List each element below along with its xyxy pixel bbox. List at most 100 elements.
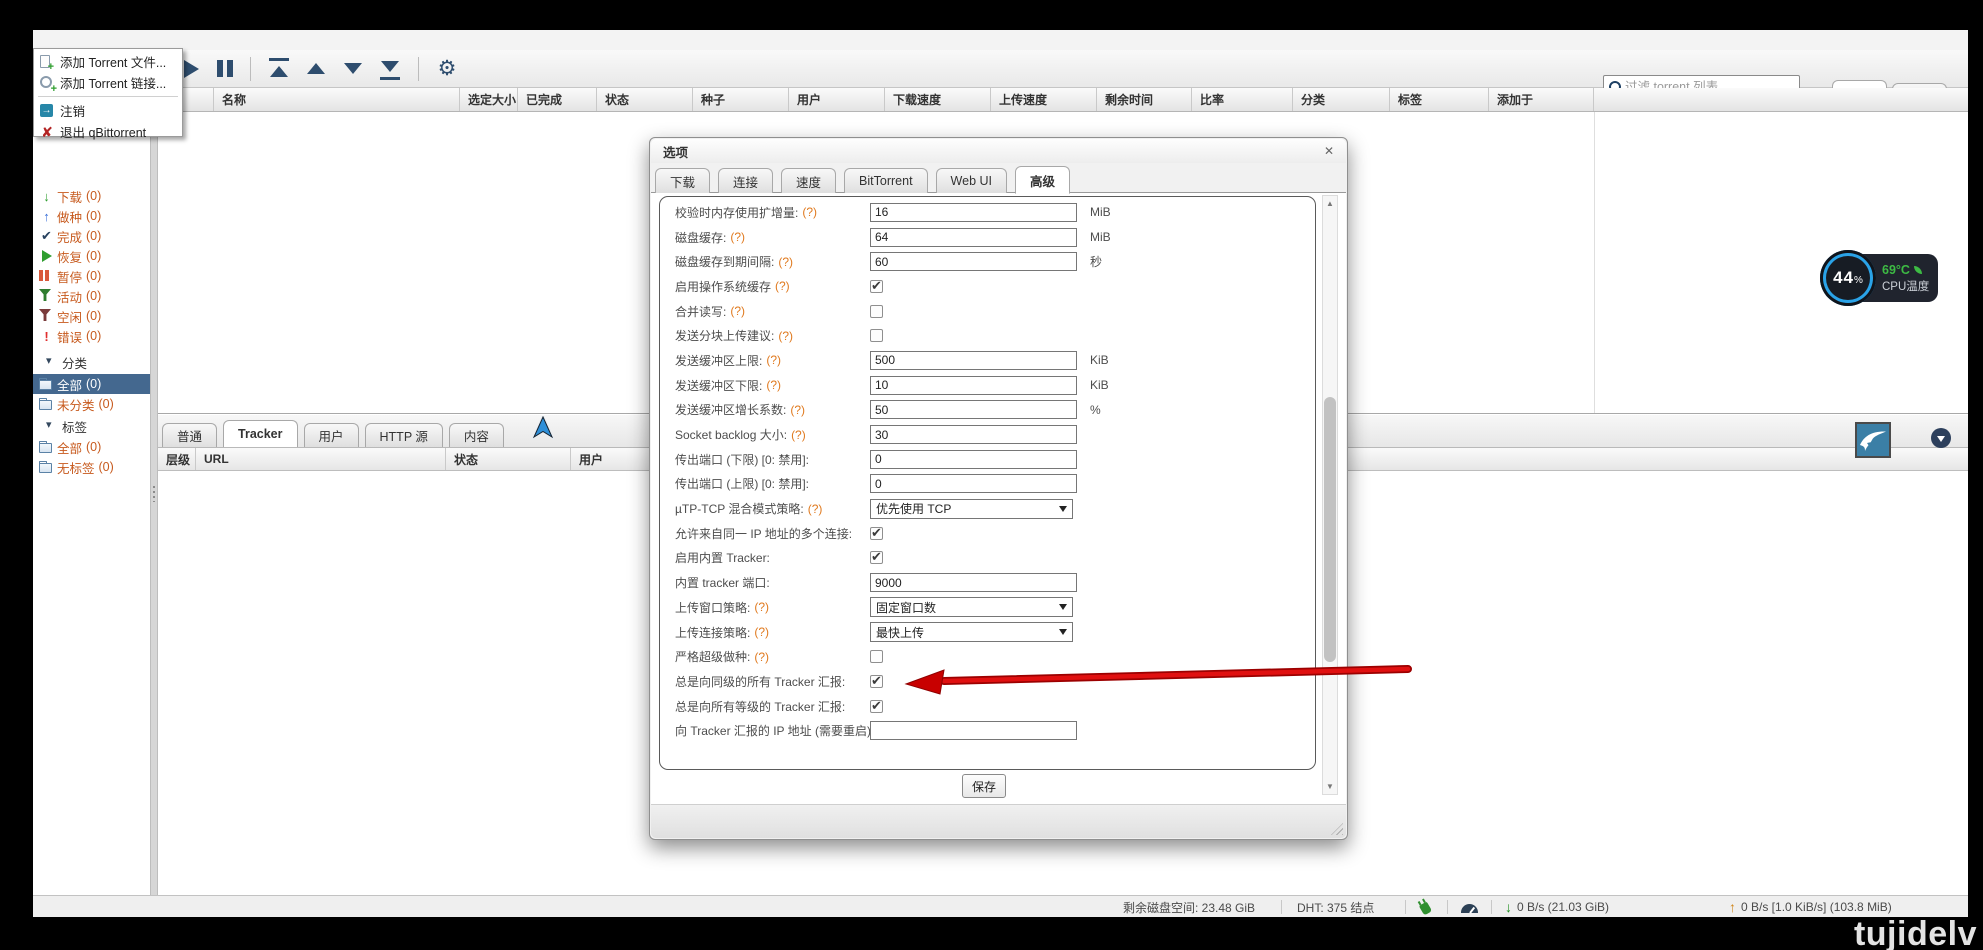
toolbar-button[interactable] <box>418 57 419 81</box>
torrent-column-header[interactable]: 用户 <box>789 88 885 111</box>
setting-checkbox[interactable] <box>870 329 883 342</box>
sidebar-filter-item[interactable]: 无标签 (0) <box>33 457 150 477</box>
sidebar-splitter[interactable] <box>150 88 158 895</box>
torrent-column-header[interactable]: 添加于 <box>1489 88 1594 111</box>
sidebar-filter-item[interactable]: 完成 (0) <box>33 226 150 246</box>
torrent-column-header[interactable]: 比率 <box>1192 88 1293 111</box>
torrent-column-header[interactable]: 种子 <box>693 88 789 111</box>
sidebar-filter-item[interactable]: 做种 (0) <box>33 206 150 226</box>
setting-checkbox[interactable] <box>870 700 883 713</box>
setting-input[interactable]: 16 <box>870 203 1077 222</box>
menubar-item[interactable] <box>61 38 79 42</box>
sidebar-filter-item[interactable]: 空闲 (0) <box>33 306 150 326</box>
setting-input[interactable]: 50 <box>870 400 1077 419</box>
save-button[interactable]: 保存 <box>962 774 1006 798</box>
setting-input[interactable]: 0 <box>870 474 1077 493</box>
torrent-column-header[interactable]: 分类 <box>1293 88 1390 111</box>
options-dialog-tab[interactable]: Web UI <box>936 168 1007 193</box>
sidebar-filter-item[interactable]: 全部 (0) <box>33 374 150 394</box>
setting-select[interactable]: 最快上传 <box>870 622 1073 642</box>
scroll-up-icon[interactable]: ▲ <box>1323 197 1337 210</box>
toolbar-button[interactable] <box>217 60 233 77</box>
setting-help-link[interactable]: (?) <box>778 329 793 343</box>
setting-help-link[interactable]: (?) <box>790 403 805 417</box>
setting-checkbox[interactable] <box>870 650 883 663</box>
setting-select[interactable]: 优先使用 TCP <box>870 499 1073 519</box>
swallow-icon[interactable] <box>1855 422 1891 458</box>
setting-input[interactable]: 0 <box>870 450 1077 469</box>
scroll-down-icon[interactable]: ▼ <box>1323 780 1337 793</box>
menubar-item[interactable] <box>105 38 123 42</box>
sidebar-filter-item[interactable]: 全部 (0) <box>33 437 150 457</box>
torrent-column-header[interactable]: 上传速度 <box>991 88 1097 111</box>
options-dialog-tab[interactable]: BitTorrent <box>844 168 928 193</box>
sidebar-filter-item[interactable]: 下载 (0) <box>33 186 150 206</box>
sidebar-filter-item[interactable]: 未分类 (0) <box>33 394 150 414</box>
setting-checkbox[interactable] <box>870 305 883 318</box>
setting-help-link[interactable]: (?) <box>778 255 793 269</box>
bottom-panel-tab[interactable]: 用户 <box>304 423 359 447</box>
setting-help-link[interactable]: (?) <box>754 625 769 639</box>
tags-header[interactable]: 标签 <box>33 416 150 436</box>
sidebar-filter-item[interactable]: 活动 (0) <box>33 286 150 306</box>
toolbar-button[interactable] <box>342 58 364 80</box>
categories-header[interactable]: 分类 <box>33 352 150 372</box>
dialog-scrollbar[interactable]: ▲ ▼ <box>1322 195 1338 795</box>
tracker-column-header[interactable]: URL <box>196 448 446 470</box>
torrent-column-header[interactable]: 剩余时间 <box>1097 88 1192 111</box>
close-icon[interactable]: ✕ <box>1324 144 1334 158</box>
bottom-panel-tab[interactable]: HTTP 源 <box>365 423 443 447</box>
chevron-down-icon[interactable] <box>1931 428 1951 448</box>
file-menu-item[interactable]: 添加 Torrent 链接... <box>34 72 182 93</box>
scrollbar-thumb[interactable] <box>1324 397 1336 662</box>
file-menu-item[interactable] <box>38 96 178 97</box>
connection-status-icon[interactable] <box>1421 896 1430 917</box>
sidebar-filter-item[interactable]: 恢复 (0) <box>33 246 150 266</box>
file-menu-item[interactable]: 注销 <box>34 100 182 121</box>
torrent-column-header[interactable]: 状态 <box>597 88 693 111</box>
setting-input[interactable] <box>870 721 1077 740</box>
speed-limits-gauge-icon[interactable] <box>1461 896 1478 917</box>
setting-input[interactable]: 500 <box>870 351 1077 370</box>
toolbar-button[interactable] <box>250 57 251 81</box>
toolbar-button[interactable] <box>268 58 290 80</box>
toolbar-button[interactable] <box>379 58 401 80</box>
tracker-column-header[interactable]: 状态 <box>446 448 571 470</box>
setting-input[interactable]: 60 <box>870 252 1077 271</box>
setting-help-link[interactable]: (?) <box>802 205 817 219</box>
setting-help-link[interactable]: (?) <box>791 428 806 442</box>
torrent-column-header[interactable]: 名称 <box>214 88 460 111</box>
menubar-item[interactable] <box>39 38 57 42</box>
options-dialog-tab[interactable]: 下载 <box>655 168 710 193</box>
options-dialog-titlebar[interactable]: 选项 ✕ <box>651 139 1346 163</box>
toolbar-button[interactable] <box>436 58 458 80</box>
torrent-column-header[interactable]: 标签 <box>1390 88 1489 111</box>
bottom-panel-tab[interactable]: 普通 <box>162 423 217 447</box>
bottom-panel-tab[interactable]: 内容 <box>449 423 504 447</box>
file-menu-item[interactable]: 退出 qBittorrent <box>34 121 182 142</box>
file-menu-item[interactable]: 添加 Torrent 文件... <box>34 51 182 72</box>
setting-help-link[interactable]: (?) <box>730 304 745 318</box>
setting-input[interactable]: 9000 <box>870 573 1077 592</box>
torrent-column-header[interactable]: 下载速度 <box>885 88 991 111</box>
setting-input[interactable]: 64 <box>870 228 1077 247</box>
setting-help-link[interactable]: (?) <box>808 502 823 516</box>
tracker-column-header[interactable]: 层级 <box>158 448 196 470</box>
setting-select[interactable]: 固定窗口数 <box>870 597 1073 617</box>
setting-checkbox[interactable] <box>870 280 883 293</box>
setting-help-link[interactable]: (?) <box>754 650 769 664</box>
setting-input[interactable]: 10 <box>870 376 1077 395</box>
menubar-item[interactable] <box>127 38 145 42</box>
bottom-panel-tab[interactable]: Tracker <box>223 420 297 447</box>
setting-help-link[interactable]: (?) <box>754 600 769 614</box>
setting-checkbox[interactable] <box>870 675 883 688</box>
setting-help-link[interactable]: (?) <box>775 279 790 293</box>
setting-help-link[interactable]: (?) <box>730 230 745 244</box>
setting-help-link[interactable]: (?) <box>766 378 781 392</box>
menubar-item[interactable] <box>83 38 101 42</box>
sidebar-filter-item[interactable]: 错误 (0) <box>33 326 150 346</box>
setting-checkbox[interactable] <box>870 551 883 564</box>
toolbar-button[interactable] <box>180 58 202 80</box>
setting-input[interactable]: 30 <box>870 425 1077 444</box>
setting-help-link[interactable]: (?) <box>766 353 781 367</box>
